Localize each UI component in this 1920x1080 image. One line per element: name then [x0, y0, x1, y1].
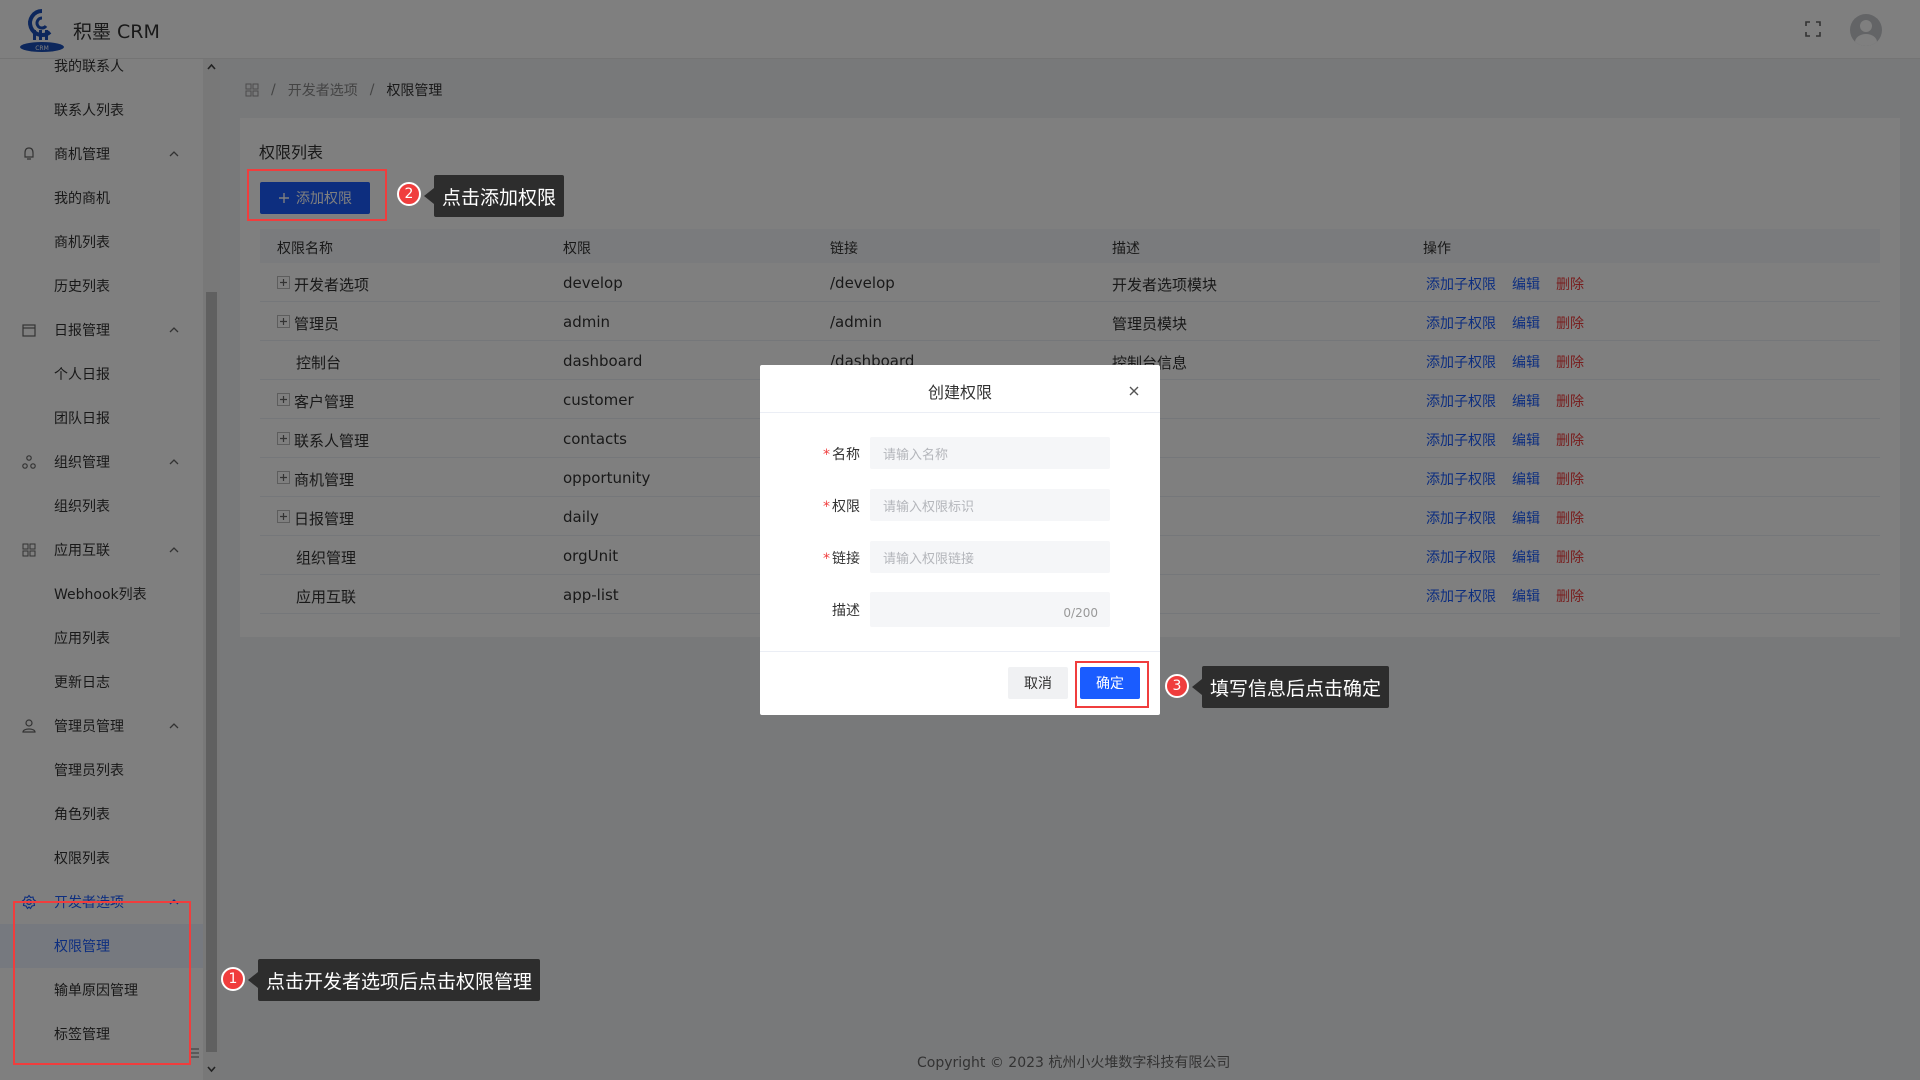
- step-tip-3: 填写信息后点击确定: [1191, 666, 1390, 708]
- char-count: 0/200: [1063, 606, 1098, 620]
- cancel-button[interactable]: 取消: [1008, 667, 1068, 699]
- divider: [760, 412, 1160, 413]
- divider: [760, 651, 1160, 652]
- step-tip-2: 点击添加权限: [423, 175, 565, 217]
- step-tip-1: 点击开发者选项后点击权限管理: [247, 959, 541, 1001]
- step-badge-3: 3: [1165, 674, 1189, 698]
- permission-input[interactable]: 请输入权限标识: [870, 489, 1110, 521]
- dialog-title: 创建权限: [927, 383, 992, 402]
- permission-label: * 权限: [823, 499, 860, 515]
- step-badge-2: 2: [397, 182, 421, 206]
- step-badge-1: 1: [221, 967, 245, 991]
- highlight-developer-options: [13, 901, 191, 1065]
- desc-textarea[interactable]: 0/200: [870, 592, 1110, 627]
- link-input[interactable]: 请输入权限链接: [870, 541, 1110, 573]
- link-label: * 链接: [823, 551, 860, 567]
- name-input[interactable]: 请输入名称: [870, 437, 1110, 469]
- name-label: * 名称: [823, 447, 860, 463]
- close-icon[interactable]: [1128, 385, 1140, 397]
- highlight-confirm-button: [1075, 661, 1149, 708]
- desc-label: 描述: [832, 603, 860, 619]
- highlight-add-button: [247, 169, 387, 221]
